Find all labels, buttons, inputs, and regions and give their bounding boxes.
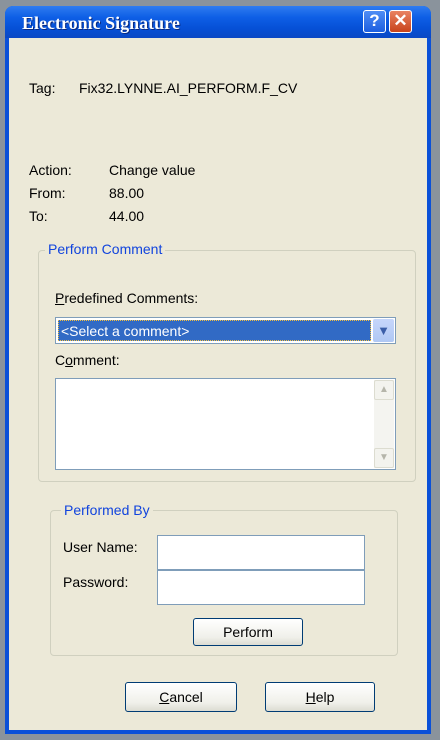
close-icon[interactable]: ✕ bbox=[389, 10, 412, 33]
action-value: Change value bbox=[109, 162, 196, 178]
electronic-signature-window: Electronic Signature ? ✕ Tag: Fix32.LYNN… bbox=[5, 6, 431, 734]
predefined-comments-label: Predefined Comments: bbox=[55, 290, 199, 306]
password-label: Password: bbox=[63, 574, 129, 590]
comment-textarea[interactable]: ▲ ▼ bbox=[55, 378, 396, 470]
tag-label: Tag: bbox=[29, 80, 56, 96]
cancel-button[interactable]: Cancel bbox=[125, 682, 237, 712]
password-input[interactable] bbox=[157, 570, 365, 605]
help-button[interactable]: Help bbox=[265, 682, 375, 712]
dialog-body: Tag: Fix32.LYNNE.AI_PERFORM.F_CV Action:… bbox=[9, 38, 427, 730]
perform-button[interactable]: Perform bbox=[193, 618, 303, 646]
predefined-comments-selected[interactable]: <Select a comment> bbox=[58, 320, 371, 341]
from-label: From: bbox=[29, 185, 66, 201]
comment-scrollbar[interactable]: ▲ ▼ bbox=[374, 380, 394, 468]
chevron-down-icon[interactable]: ▼ bbox=[373, 319, 394, 342]
window-title: Electronic Signature bbox=[22, 13, 180, 33]
perform-comment-legend: Perform Comment bbox=[45, 241, 166, 257]
scroll-down-icon[interactable]: ▼ bbox=[374, 448, 394, 468]
username-label: User Name: bbox=[63, 539, 138, 555]
action-label: Action: bbox=[29, 162, 72, 178]
tag-value: Fix32.LYNNE.AI_PERFORM.F_CV bbox=[79, 80, 298, 96]
username-input[interactable] bbox=[157, 535, 365, 570]
title-bar[interactable]: Electronic Signature ? ✕ bbox=[5, 6, 431, 38]
comment-label: Comment: bbox=[55, 352, 120, 368]
help-icon[interactable]: ? bbox=[363, 10, 386, 33]
performed-by-legend: Performed By bbox=[61, 502, 153, 518]
from-value: 88.00 bbox=[109, 185, 145, 201]
scroll-up-icon[interactable]: ▲ bbox=[374, 380, 394, 400]
to-label: To: bbox=[29, 208, 48, 224]
predefined-comments-select[interactable]: <Select a comment> ▼ bbox=[55, 317, 396, 344]
to-value: 44.00 bbox=[109, 208, 145, 224]
